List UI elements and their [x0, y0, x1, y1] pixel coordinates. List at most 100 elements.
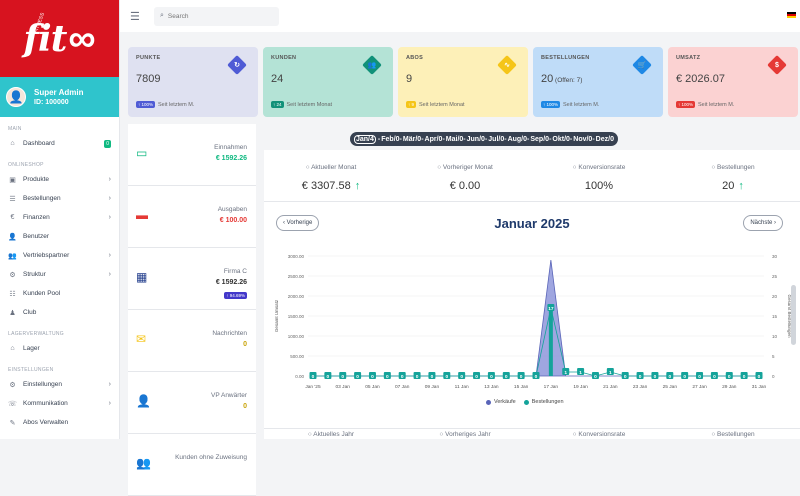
orders-data-label: 0 [743, 374, 746, 380]
orders-data-label: 0 [758, 374, 761, 380]
stat-firma-c[interactable]: ▦ Firma C € 1592.26 ↑ 94.69% [128, 248, 256, 310]
kpi-card-punkte[interactable]: PUNKTE 7809 ↻ ↑ 100% Seit letztem M. [128, 47, 258, 117]
y-tick-right: 30 [772, 254, 778, 259]
sidebar-item-vertriebspartner[interactable]: 👥 Vertriebspartner › [0, 246, 119, 265]
orders-data-label: 1 [579, 370, 582, 376]
stat-vp-anwärter[interactable]: 👤 VP Anwärter 0 [128, 372, 256, 434]
hamburger-menu-icon[interactable]: ☰ [130, 10, 144, 23]
month-separator: - [421, 135, 424, 143]
legend-label-orders[interactable]: Bestellungen [532, 399, 564, 405]
y-tick-right: 15 [772, 314, 778, 319]
orders-data-label: 0 [445, 374, 448, 380]
kpi-value: € 0.00 [449, 180, 481, 192]
sidebar-item-produkte[interactable]: ▣ Produkte › [0, 170, 119, 189]
sidebar-item-label: Abos Verwalten [23, 419, 69, 426]
month-separator: - [399, 135, 402, 143]
sidebar-item-bestellungen[interactable]: ☰ Bestellungen › [0, 189, 119, 208]
kpi-value: 100% [584, 180, 614, 192]
month-4[interactable]: Apr/0 [425, 136, 443, 143]
month-5[interactable]: Mai/0 [446, 136, 464, 143]
sidebar-item-lager[interactable]: ⌂ Lager [0, 339, 119, 358]
y-axis-label-left: Gesamt Umsatz [274, 299, 279, 332]
card-icon: ▬ [136, 208, 148, 222]
month-12[interactable]: Dez/0 [596, 136, 614, 143]
user-id: ID: 100000 [34, 99, 69, 106]
orders-data-label: 0 [312, 374, 315, 380]
orders-data-label: 0 [654, 374, 657, 380]
month-7[interactable]: Jul/0 [488, 136, 504, 143]
left-stats: ▭ Einnahmen € 1592.26 ▬ Ausgaben € 100.00 ▦ Fir… [128, 124, 256, 496]
kpi-card-kunden[interactable]: KUNDEN 24 👥 ↑ 24 Seit letztem Monat [263, 47, 393, 117]
stat-nachrichten[interactable]: ✉ Nachrichten 0 [128, 310, 256, 372]
month-11[interactable]: Nov/0 [573, 136, 592, 143]
orders-data-label: 0 [668, 374, 671, 380]
orders-data-label: 0 [401, 374, 404, 380]
y-tick-left: 2500.00 [288, 274, 305, 279]
brand-logo[interactable]: FITNESS fit ∞ [0, 0, 119, 77]
card-footer: ↑ 100% Seit letztem M. [136, 101, 194, 108]
kpi-card-abos[interactable]: ABOS 9 ∿ ↑ 9 Seit letztem Monat [398, 47, 528, 117]
kpi-label: ○ Aktueller Monat [305, 164, 357, 171]
kpi-card-umsatz[interactable]: UMSATZ € 2026.07 $ ↑ 100% Seit letztem M. [668, 47, 798, 117]
orders-data-label: 0 [460, 374, 463, 380]
change-badge: ↑ 100% [136, 101, 156, 108]
month-8[interactable]: Aug/0 [508, 136, 527, 143]
y-tick-right: 20 [772, 294, 778, 299]
sidebar-item-label: Lager [23, 345, 40, 352]
sidebar-item-einstellungen[interactable]: ⚙ Einstellungen › [0, 375, 119, 394]
orders-data-label: 0 [728, 374, 731, 380]
card-value: 20 (Offen: 7) [541, 73, 655, 85]
card-footer-text: Seit letztem Monat [419, 101, 465, 108]
orders-data-label: 0 [639, 374, 642, 380]
stat-kunden-ohne-zuweisung[interactable]: 👥 Kunden ohne Zuweisung [128, 434, 256, 496]
language-flag-icon[interactable] [787, 12, 796, 18]
stat-value: 0 [243, 341, 247, 348]
sidebar-item-abos-verwalten[interactable]: ✎ Abos Verwalten [0, 413, 119, 432]
month-2[interactable]: Feb/0 [381, 136, 399, 143]
stat-label: Kunden ohne Zuweisung [175, 454, 247, 461]
stat-label: Firma C [223, 268, 247, 275]
sidebar-item-kommunikation[interactable]: ☏ Kommunikation › [0, 394, 119, 413]
orders-line [313, 307, 759, 377]
trend-up-icon: ↑ [738, 180, 744, 192]
users-icon: 👥 [362, 55, 382, 75]
sidebar-item-struktur[interactable]: ⚙ Struktur › [0, 265, 119, 284]
card-value: € 2026.07 [676, 73, 790, 85]
sidebar-item-finanzen[interactable]: € Finanzen › [0, 208, 119, 227]
kpi-label: ○ Konversionsrate [572, 164, 626, 171]
stat-einnahmen[interactable]: ▭ Einnahmen € 1592.26 [128, 124, 256, 186]
orders-data-label: 0 [713, 374, 716, 380]
sidebar-item-label: Produkte [23, 176, 50, 183]
dashboard-badge: 0 [104, 139, 111, 148]
sidebar-item-benutzer[interactable]: 👤 Benutzer [0, 227, 119, 246]
month-10[interactable]: Okt/0 [552, 136, 570, 143]
month-1[interactable]: Jan/4 [354, 134, 376, 144]
orders-data-label: 0 [698, 374, 701, 380]
kpi-card-bestellungen[interactable]: BESTELLUNGEN 20 (Offen: 7) 🛒 ↑ 100% Seit let… [533, 47, 663, 117]
next-month-button[interactable]: Nächste › [743, 215, 783, 231]
sidebar-item-club[interactable]: ♟ Club [0, 303, 119, 322]
kpi-value: 20 [722, 180, 735, 192]
stat-ausgaben[interactable]: ▬ Ausgaben € 100.00 [128, 186, 256, 248]
x-tick: 27 Jan [692, 384, 707, 390]
x-tick: 19 Jan [573, 384, 588, 390]
user-icon: 👤 [8, 233, 17, 241]
sales-panel: ○ Aktueller Monat € 3307.58 ↑ ○ Vorheriger … [264, 150, 800, 439]
search-box[interactable]: ⌕ [154, 6, 279, 26]
section-settings: EINSTELLUNGEN [8, 367, 54, 373]
sidebar-item-kunden-pool[interactable]: ☷ Kunden Pool [0, 284, 119, 303]
month-6[interactable]: Jun/0 [467, 136, 485, 143]
partner-icon: 👥 [8, 252, 17, 260]
month-separator: - [484, 135, 488, 143]
month-separator: - [504, 135, 507, 143]
monthly-kpis: ○ Aktueller Monat € 3307.58 ↑ ○ Vorheriger … [264, 150, 800, 202]
chevron-right-icon: › [108, 195, 111, 202]
month-3[interactable]: Mär/0 [403, 136, 421, 143]
page-scrollbar[interactable] [791, 285, 796, 345]
sidebar-item-dashboard[interactable]: ⌂ Dashboard 0 [0, 134, 119, 153]
month-9[interactable]: Sep/0 [530, 136, 549, 143]
user-panel[interactable]: 👤 Super Admin ID: 100000 [0, 77, 119, 117]
orders-data-label: 0 [520, 374, 523, 380]
legend-label-sales[interactable]: Verkäufe [494, 399, 516, 405]
search-input[interactable] [167, 12, 268, 20]
